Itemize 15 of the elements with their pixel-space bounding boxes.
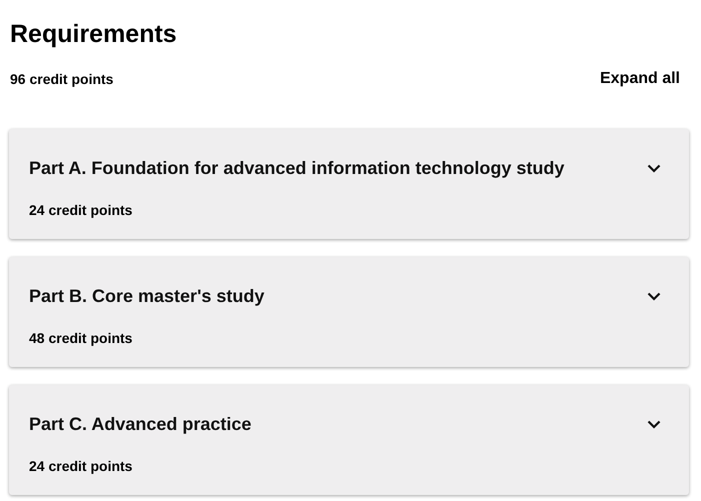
chevron-icon[interactable]: [647, 420, 661, 429]
total-credits: 96 credit points: [10, 70, 114, 89]
part-title: Part A. Foundation for advanced information technology study: [29, 157, 564, 180]
part-title: Part B. Core master's study: [29, 285, 264, 308]
chevron-icon[interactable]: [647, 292, 661, 301]
page-title: Requirements: [9, 19, 178, 50]
expand-all-link[interactable]: Expand all: [600, 67, 689, 91]
chevron-icon[interactable]: [647, 164, 661, 173]
part-credits: 48 credit points: [29, 329, 132, 348]
part-credits: 24 credit points: [29, 457, 132, 476]
part-credits: 24 credit points: [29, 201, 132, 220]
part-title: Part C. Advanced practice: [29, 413, 252, 436]
accordion-panel[interactable]: Part A. Foundation for advanced information technology study 24 credit points: [9, 129, 689, 239]
accordion-panel[interactable]: Part B. Core master's study 48 credit points: [9, 257, 689, 367]
accordion-panel[interactable]: Part C. Advanced practice 24 credit points: [9, 385, 689, 495]
